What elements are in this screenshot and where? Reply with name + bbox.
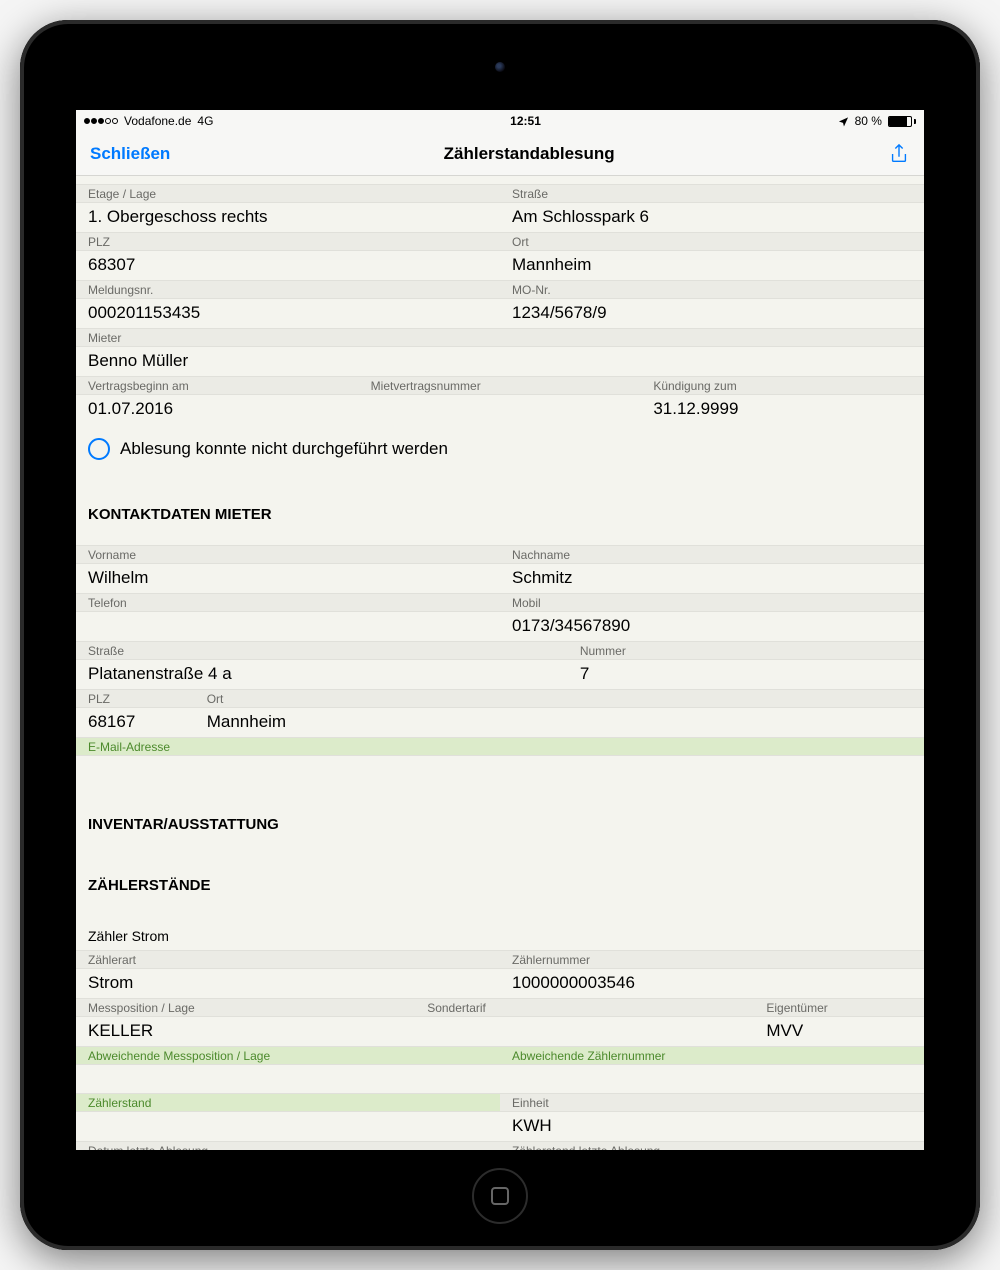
network-indicator: 4G [197,114,213,128]
field-etage-lage: Etage / Lage 1. Obergeschoss rechts [76,184,500,232]
location-arrow-icon [838,116,849,127]
share-icon [888,143,910,165]
status-left: Vodafone.de 4G [84,114,213,128]
camera [495,62,505,72]
zaehler-strom-subheading: Zähler Strom [76,908,924,950]
field-kontakt-ort[interactable]: Ort Mannheim [195,689,924,737]
field-abw-zaehlernummer[interactable]: Abweichende Zählernummer [500,1046,924,1093]
field-zaehlerart: Zählerart Strom [76,950,500,998]
field-plz: PLZ 68307 [76,232,500,280]
status-time: 12:51 [510,114,541,128]
field-telefon[interactable]: Telefon [76,593,500,641]
field-einheit: Einheit KWH [500,1093,924,1141]
page-title: Zählerstandablesung [444,144,615,164]
navigation-bar: Schließen Zählerstandablesung [76,132,924,176]
app-screen: Vodafone.de 4G 12:51 80 % Schließen Zähl… [76,110,924,1150]
share-button[interactable] [888,143,910,165]
field-monr: MO-Nr. 1234/5678/9 [500,280,924,328]
field-kuendigung: Kündigung zum 31.12.9999 [641,376,924,424]
kontakt-heading: KONTAKTDATEN MIETER [76,474,924,545]
field-nachname[interactable]: Nachname Schmitz [500,545,924,593]
field-zaehlerstand[interactable]: Zählerstand [76,1093,500,1141]
inventar-heading: INVENTAR/AUSSTATTUNG [76,784,924,855]
field-mieter: Mieter Benno Müller [76,328,924,376]
field-ort: Ort Mannheim [500,232,924,280]
field-email[interactable]: E-Mail-Adresse [76,737,924,784]
status-right: 80 % [838,114,916,128]
ablesung-nicht-checkbox[interactable]: Ablesung konnte nicht durchgeführt werde… [76,424,924,474]
field-vertragsbeginn: Vertragsbeginn am 01.07.2016 [76,376,359,424]
field-datum-letzte: Datum letzte Ablesung 01.06.2016 [76,1141,500,1150]
battery-icon [888,116,916,127]
field-zaehlernummer: Zählernummer 1000000003546 [500,950,924,998]
field-abw-messposition[interactable]: Abweichende Messposition / Lage [76,1046,500,1093]
field-mietvertragsnummer: Mietvertragsnummer [359,376,642,424]
field-kontakt-strasse[interactable]: Straße Platanenstraße 4 a [76,641,568,689]
close-button[interactable]: Schließen [90,144,170,164]
status-bar: Vodafone.de 4G 12:51 80 % [76,110,924,132]
home-button-icon [491,1187,509,1205]
field-zaehlerstand-letzte: Zählerstand letzte Ablesung 100,000 [500,1141,924,1150]
ipad-device-frame: Vodafone.de 4G 12:51 80 % Schließen Zähl… [20,20,980,1250]
field-mobil[interactable]: Mobil 0173/34567890 [500,593,924,641]
field-kontakt-plz[interactable]: PLZ 68167 [76,689,195,737]
field-eigentuemer: Eigentümer MVV [754,998,924,1046]
field-kontakt-nummer[interactable]: Nummer 7 [568,641,924,689]
carrier-name: Vodafone.de [124,114,191,128]
signal-strength-icon [84,118,118,124]
field-vorname[interactable]: Vorname Wilhelm [76,545,500,593]
home-button[interactable] [472,1168,528,1224]
radio-unchecked-icon [88,438,110,460]
field-meldungsnr: Meldungsnr. 000201153435 [76,280,500,328]
zaehler-heading: ZÄHLERSTÄNDE [76,855,924,908]
battery-percent: 80 % [855,114,882,128]
form-content[interactable]: Etage / Lage 1. Obergeschoss rechts Stra… [76,176,924,1150]
field-sondertarif: Sondertarif [415,998,754,1046]
field-messposition: Messposition / Lage KELLER [76,998,415,1046]
field-strasse: Straße Am Schlosspark 6 [500,184,924,232]
